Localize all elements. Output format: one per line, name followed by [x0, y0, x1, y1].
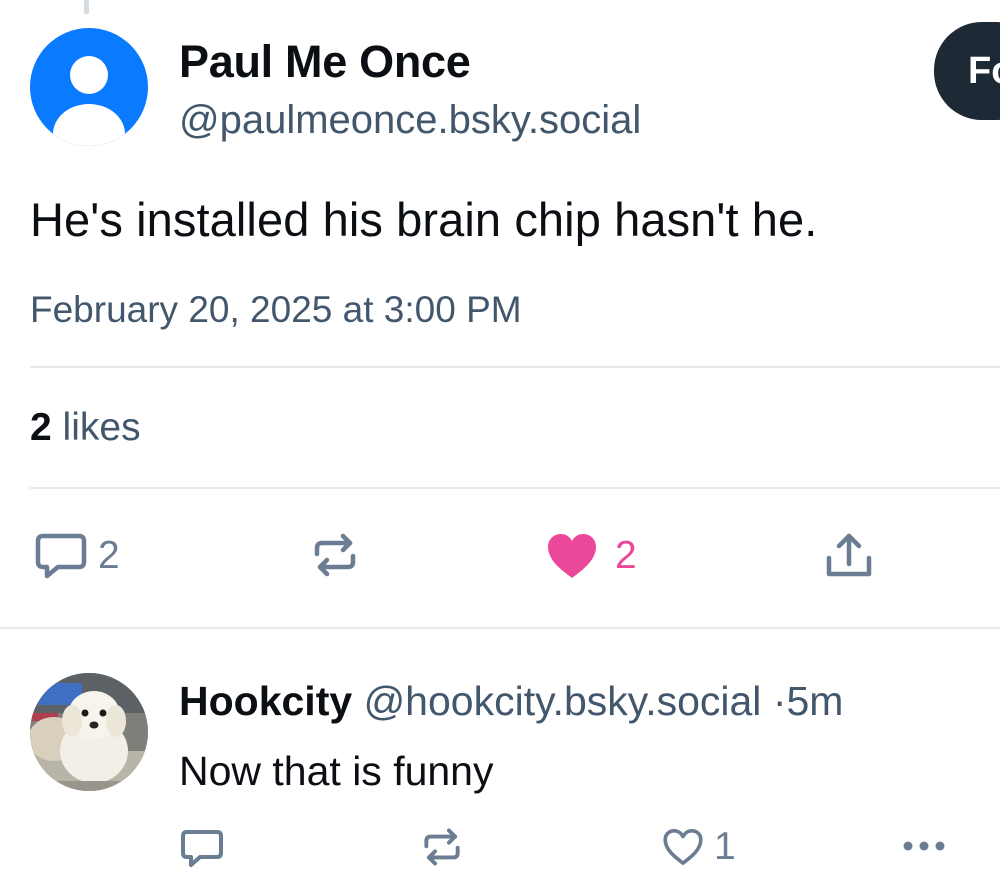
like-button[interactable]: 2: [546, 532, 637, 580]
reply-bubble-icon: [34, 532, 88, 580]
repost-icon: [422, 827, 462, 867]
thread-connector-line: [84, 0, 89, 14]
heart-outline-icon: [662, 827, 704, 867]
heart-filled-icon: [546, 532, 598, 580]
likes-label: likes: [62, 406, 141, 449]
post-text: He's installed his brain chip hasn't he.: [30, 193, 818, 246]
more-dots-icon: [900, 838, 948, 854]
author-handle[interactable]: @paulmeonce.bsky.social: [179, 98, 641, 143]
divider: [30, 366, 1000, 368]
reply-author-handle[interactable]: @hookcity.bsky.social: [364, 678, 762, 724]
divider: [0, 627, 1000, 629]
reply-button[interactable]: 2: [34, 532, 120, 580]
likes-count: 2: [30, 406, 52, 449]
repost-icon: [312, 532, 358, 578]
share-button[interactable]: [824, 530, 874, 580]
post-timestamp: February 20, 2025 at 3:00 PM: [30, 289, 522, 330]
more-options-button[interactable]: [900, 838, 948, 854]
avatar-body-shape: [53, 104, 125, 146]
likes-summary[interactable]: 2 likes: [30, 406, 141, 450]
reply-avatar-photo[interactable]: [30, 673, 148, 791]
follow-button[interactable]: Fo: [934, 22, 1000, 120]
like-count: 2: [615, 534, 637, 577]
reply-header: Hookcity @hookcity.bsky.social ·5m: [179, 678, 843, 725]
reply-count: 2: [98, 534, 120, 577]
reply-text: Now that is funny: [179, 748, 494, 794]
reply-reply-button[interactable]: [180, 829, 224, 869]
reply-like-count: 1: [714, 825, 736, 868]
reply-like-button[interactable]: 1: [662, 825, 736, 869]
default-avatar[interactable]: [30, 28, 148, 146]
separator-dot: ·: [772, 678, 787, 724]
author-display-name[interactable]: Paul Me Once: [179, 36, 471, 88]
reply-author-name[interactable]: Hookcity: [179, 678, 352, 724]
reply-age: 5m: [786, 678, 844, 724]
divider: [30, 487, 1000, 489]
share-icon: [824, 530, 874, 580]
repost-button[interactable]: [312, 532, 358, 578]
avatar-head-shape: [70, 56, 108, 94]
reply-repost-button[interactable]: [422, 827, 462, 867]
reply-bubble-icon: [180, 829, 224, 869]
